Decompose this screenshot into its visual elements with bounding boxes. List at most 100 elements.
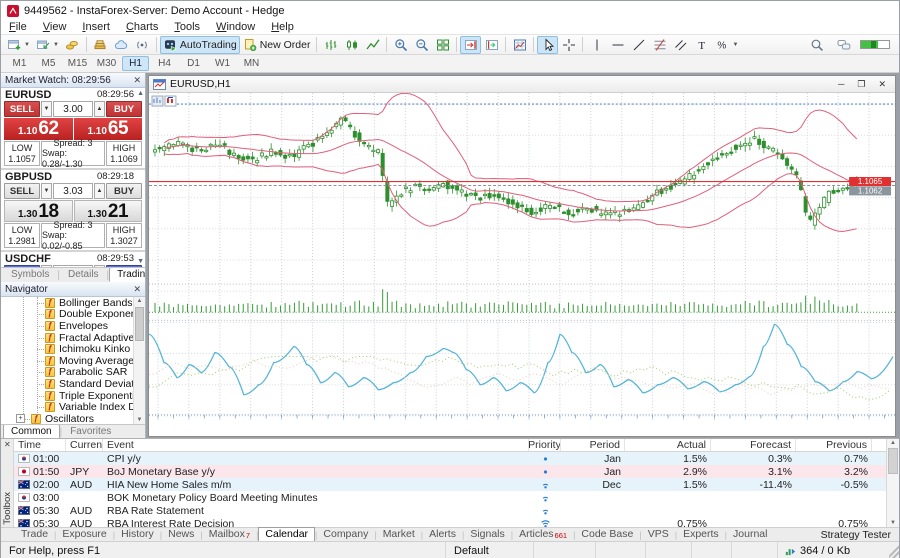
menu-item-insert[interactable]: Insert [74,21,118,33]
ask-price[interactable]: 1.1065 [74,118,143,140]
volume-value[interactable]: 3.00 [53,101,93,117]
timeframe-w1-button[interactable]: W1 [209,56,236,71]
candle-chart-button[interactable] [341,36,362,54]
symbol-title-row[interactable]: EURUSD08:29:56 [3,88,143,101]
menu-item-help[interactable]: Help [263,21,302,33]
expand-icon[interactable]: + [16,414,25,423]
volume-decrease-button[interactable]: ▼ [41,183,52,199]
menu-item-charts[interactable]: Charts [118,21,166,33]
new-chart-button[interactable]: ▼ [4,36,33,54]
sell-button[interactable]: SELL [4,101,40,117]
timeframe-m5-button[interactable]: M5 [35,56,62,71]
symbol-title-row[interactable]: USDCHF08:29:53 [3,252,143,265]
navigator-item-ichimoku-kinko-hyo[interactable]: ƒIchimoku Kinko Hyo [1,343,145,355]
timeframe-m15-button[interactable]: M15 [64,56,91,71]
bid-price[interactable]: 1.1062 [4,118,73,140]
horizontal-line-button[interactable] [607,36,628,54]
column-header-period[interactable]: Period [561,439,625,451]
scroll-up-icon[interactable]: ▲ [887,440,899,446]
chart-restore-button[interactable]: ❐ [857,79,865,90]
toolbox-tab-alerts[interactable]: Alerts [423,528,462,541]
status-profile[interactable]: Default [445,542,533,558]
menu-item-window[interactable]: Window [208,21,263,33]
column-header-priority[interactable]: Priority [529,439,561,451]
volume-increase-button[interactable]: ▲ [94,183,105,199]
timeframe-d1-button[interactable]: D1 [180,56,207,71]
volume-decrease-button[interactable]: ▼ [41,265,52,267]
column-header-time[interactable]: Time [14,439,66,451]
volume-value[interactable]: 3.00 [53,265,93,267]
scroll-thumb[interactable] [888,448,898,474]
navigator-scrollbar[interactable]: ▲▼ [133,297,145,424]
timeframe-m1-button[interactable]: M1 [6,56,33,71]
toolbox-close-icon[interactable]: ✕ [4,440,11,449]
navigator-group-oscillators[interactable]: +ƒOscillators [1,413,145,424]
tile-windows-button[interactable] [432,36,453,54]
chart-window-titlebar[interactable]: EURUSD,H1 ─ ❐ ✕ [149,76,895,93]
cloud-storage-button[interactable] [111,36,132,54]
new-order-button[interactable]: New Order [240,36,314,54]
toolbox-tab-history[interactable]: History [115,528,160,541]
cursor-button[interactable] [537,36,558,54]
navigator-item-standard-deviation[interactable]: ƒStandard Deviation [1,378,145,390]
column-header-currency[interactable]: Currency [66,439,103,451]
resize-grip[interactable] [889,542,899,558]
buy-button[interactable]: BUY [106,265,142,267]
scroll-down-icon[interactable]: ▼ [887,520,899,526]
toolbox-tab-code-base[interactable]: Code Base [575,528,639,541]
profiles-button[interactable]: ▼ [33,36,62,54]
column-header-event[interactable]: Event [103,439,529,451]
zoom-out-button[interactable] [411,36,432,54]
symbol-title-row[interactable]: GBPUSD08:29:18 [3,170,143,183]
timeframe-m30-button[interactable]: M30 [93,56,120,71]
market-watch-scroll-up-icon[interactable]: ▲ [137,90,144,97]
column-header-actual[interactable]: Actual [625,439,711,451]
navigator-item-variable-index-dyna[interactable]: ƒVariable Index Dyna [1,401,145,413]
navigator-item-moving-average[interactable]: ƒMoving Average [1,355,145,367]
indicators-button[interactable] [509,36,530,54]
bid-price[interactable]: 1.3018 [4,200,73,222]
toolbox-tab-market[interactable]: Market [377,528,421,541]
timeframe-mn-button[interactable]: MN [238,56,265,71]
volume-value[interactable]: 3.03 [53,183,93,199]
toolbox-tab-news[interactable]: News [162,528,200,541]
calendar-row[interactable]: 05:30AUDRBA Interest Rate Decision0.75%0… [14,517,899,527]
menu-item-view[interactable]: View [35,21,75,33]
toolbox-tab-mailbox[interactable]: Mailbox7 [203,528,256,541]
toolbox-tab-experts[interactable]: Experts [677,528,725,541]
market-watch-tab-trading[interactable]: Trading [109,267,145,282]
ask-price[interactable]: 1.3021 [74,200,143,222]
scroll-up-icon[interactable]: ▲ [134,298,145,304]
scroll-down-icon[interactable]: ▼ [134,417,145,423]
toolbox-tab-journal[interactable]: Journal [727,528,773,541]
calendar-row[interactable]: 01:00CPI y/yJan1.5%0.3%0.7% [14,452,899,465]
volume-increase-button[interactable]: ▲ [94,265,105,267]
calendar-row[interactable]: 01:50JPYBoJ Monetary Base y/yJan2.9%3.1%… [14,465,899,478]
crosshair-button[interactable] [558,36,579,54]
auto-scroll-button[interactable] [460,36,481,54]
timeframe-h1-button[interactable]: H1 [122,56,149,71]
sell-button[interactable]: SELL [4,183,40,199]
notifications-button[interactable] [132,36,153,54]
timeframe-h4-button[interactable]: H4 [151,56,178,71]
volume-decrease-button[interactable]: ▼ [41,101,52,117]
navigator-item-bollinger-bands[interactable]: ƒBollinger Bands [1,297,145,309]
navigator-item-triple-exponential-m[interactable]: ƒTriple Exponential M [1,390,145,402]
navigator-tab-favorites[interactable]: Favorites [62,424,119,439]
calendar-row[interactable]: 02:00AUDHIA New Home Sales m/mDec1.5%-11… [14,478,899,491]
menu-item-tools[interactable]: Tools [166,21,208,33]
chart-minimize-button[interactable]: ─ [838,79,844,90]
toolbox-tab-exposure[interactable]: Exposure [56,528,112,541]
toolbox-tab-articles[interactable]: Articles661 [513,528,573,541]
buy-button[interactable]: BUY [106,183,142,199]
fibonacci-button[interactable] [649,36,670,54]
navigator-item-fractal-adaptive-mo[interactable]: ƒFractal Adaptive Mo [1,332,145,344]
toolbox-tab-company[interactable]: Company [317,528,374,541]
objects-button[interactable]: %▼ [712,36,741,54]
deposit-button[interactable] [62,36,83,54]
toolbox-tab-signals[interactable]: Signals [464,528,510,541]
menu-item-file[interactable]: File [1,21,35,33]
navigator-item-envelopes[interactable]: ƒEnvelopes [1,320,145,332]
zoom-in-button[interactable] [390,36,411,54]
calendar-row[interactable]: 05:30AUDRBA Rate Statement [14,504,899,517]
